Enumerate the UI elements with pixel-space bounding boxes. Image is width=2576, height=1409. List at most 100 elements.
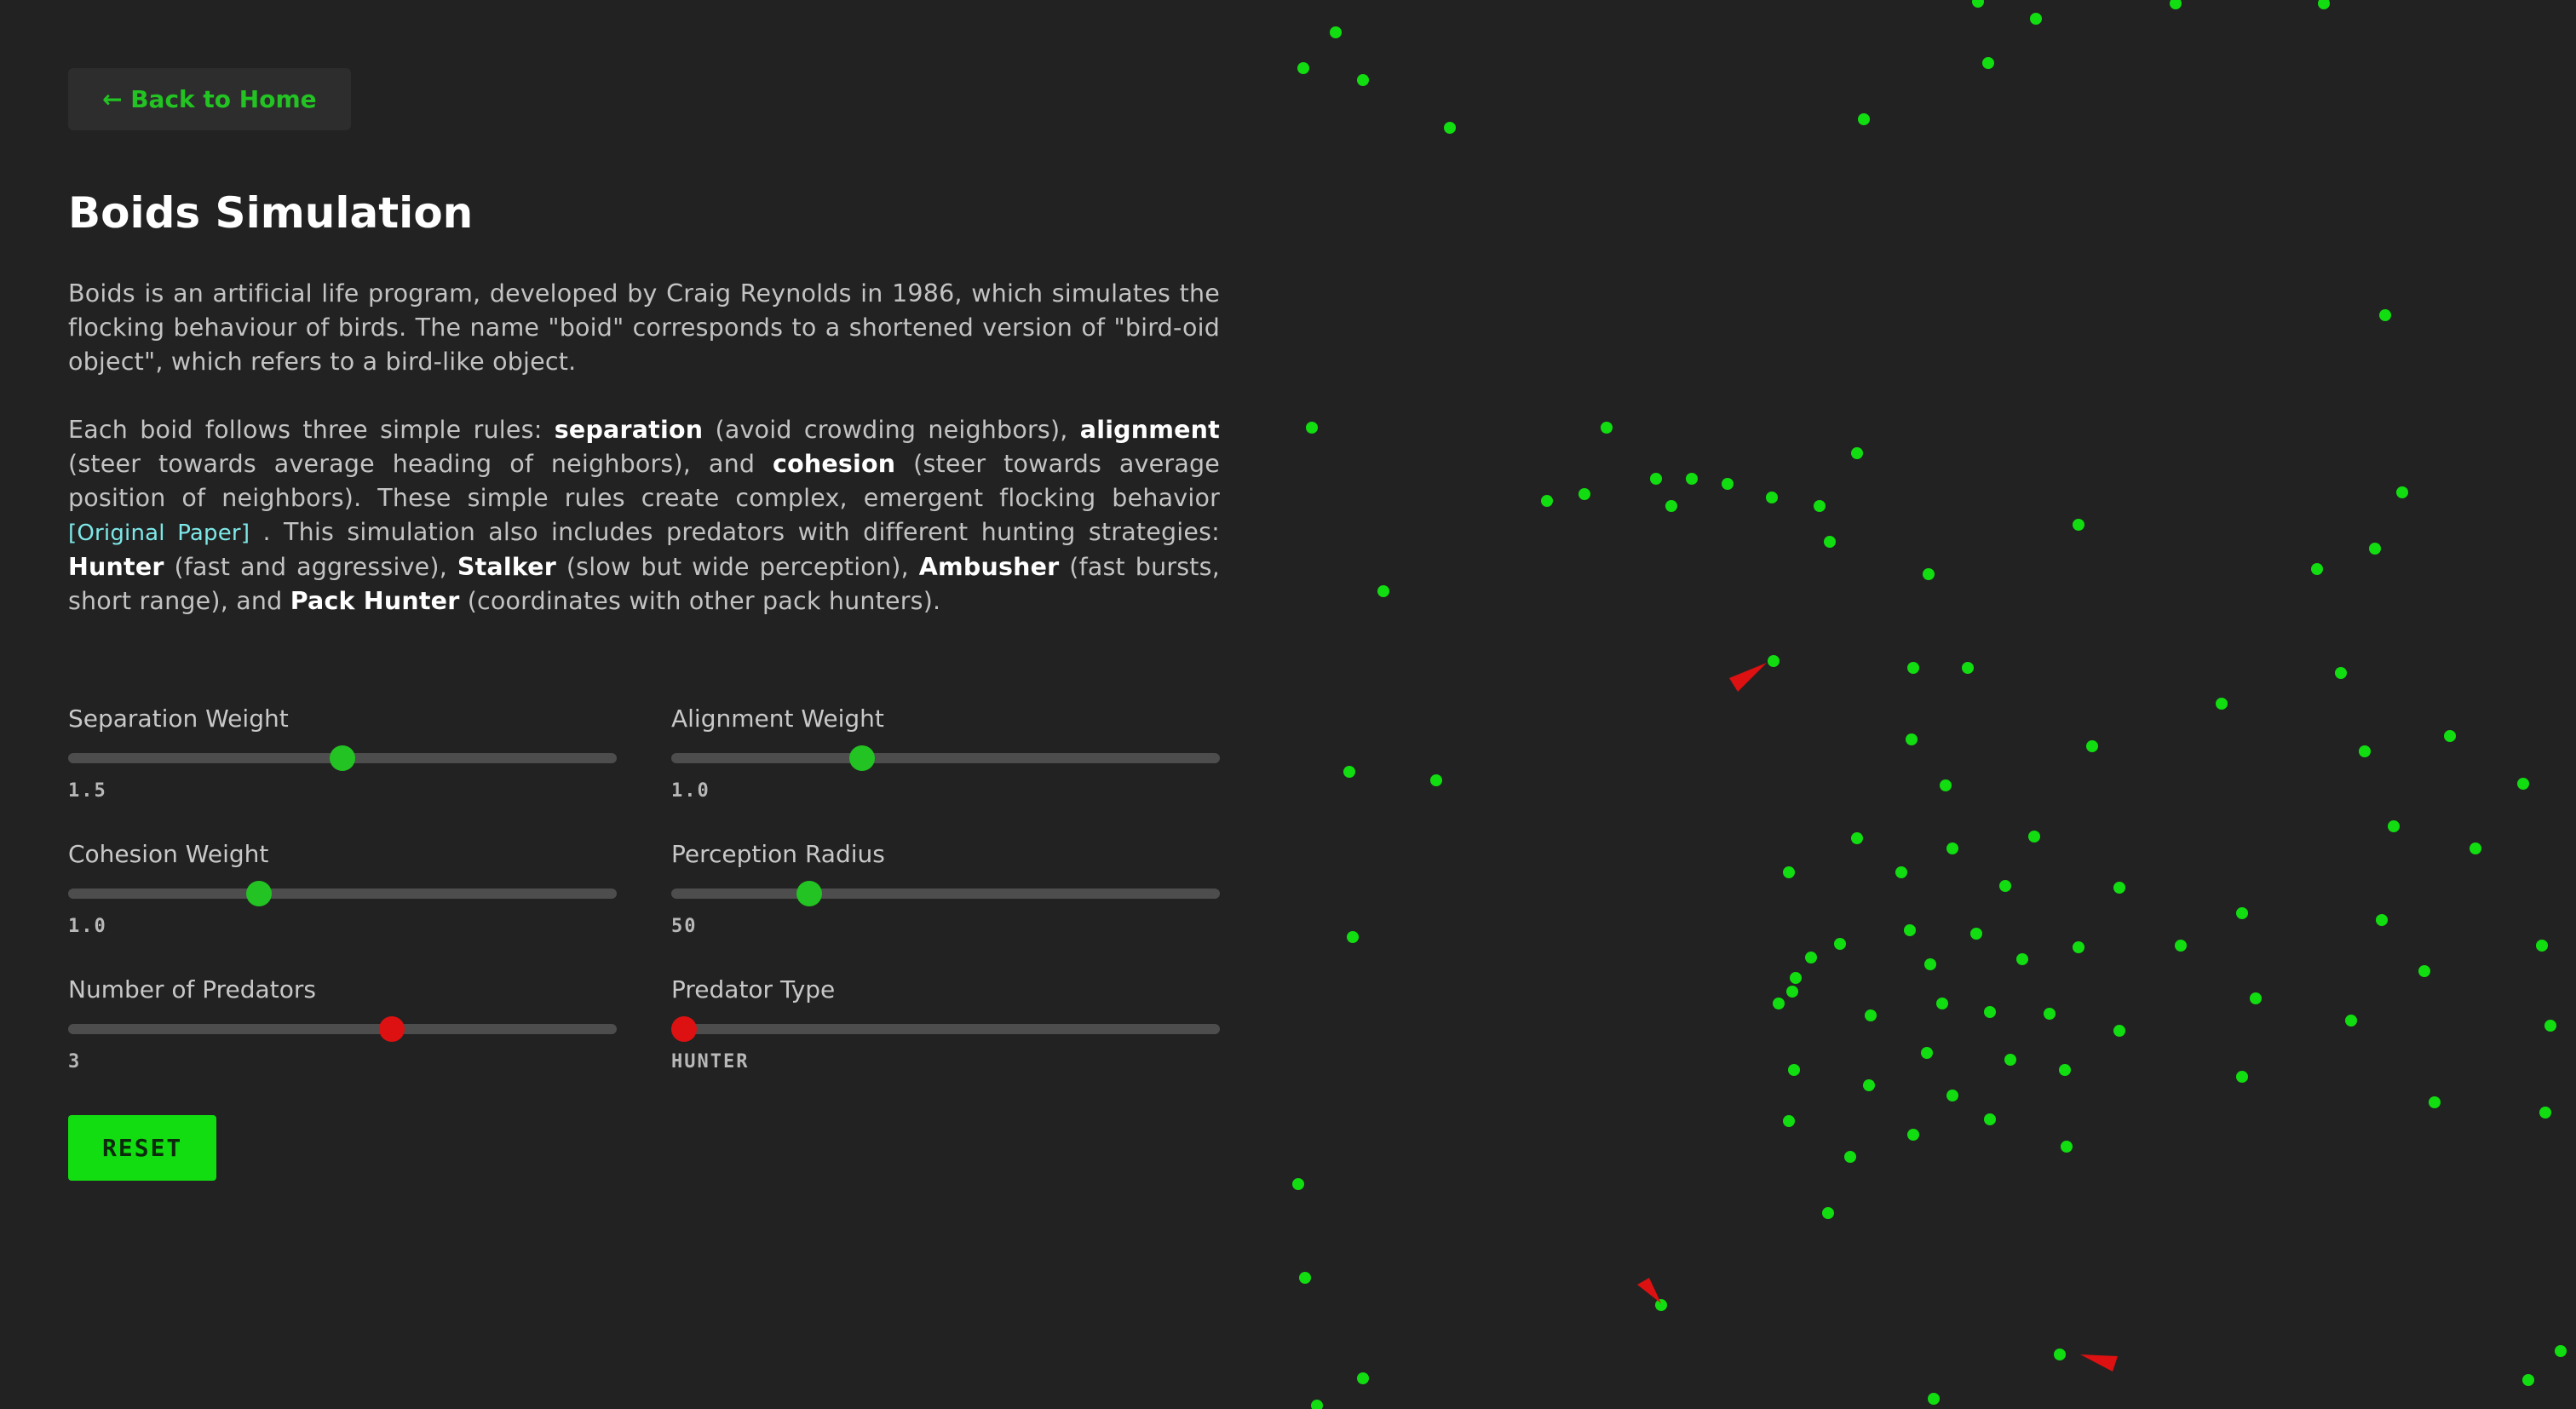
alignment-slider[interactable] bbox=[671, 739, 1220, 774]
boid bbox=[2061, 1141, 2073, 1153]
boid bbox=[2396, 486, 2408, 498]
boid bbox=[1946, 1090, 1958, 1101]
boid bbox=[1984, 1006, 1996, 1018]
boid bbox=[2073, 519, 2084, 531]
boid bbox=[2236, 907, 2248, 919]
boid bbox=[2544, 1020, 2556, 1032]
slider-thumb[interactable] bbox=[796, 881, 823, 906]
alignment-label: Alignment Weight bbox=[671, 704, 884, 733]
boid bbox=[1722, 478, 1734, 490]
predators-slider[interactable] bbox=[68, 1010, 617, 1044]
alignment-control: Alignment Weight 1.0 bbox=[671, 704, 1220, 802]
boid bbox=[1655, 1299, 1667, 1311]
slider-thumb[interactable] bbox=[330, 745, 355, 771]
boid bbox=[1790, 972, 1802, 984]
boid bbox=[2470, 843, 2481, 854]
boid bbox=[2517, 778, 2529, 790]
boid bbox=[1430, 774, 1442, 786]
boid bbox=[1928, 1393, 1940, 1405]
cohesion-slider[interactable] bbox=[68, 875, 617, 909]
slider-track[interactable] bbox=[671, 889, 1220, 899]
boid bbox=[2028, 831, 2040, 843]
boid bbox=[1851, 447, 1863, 459]
boid bbox=[1970, 928, 1982, 940]
boid bbox=[1357, 1372, 1369, 1384]
boid bbox=[1686, 473, 1698, 485]
slider-track[interactable] bbox=[68, 1024, 617, 1034]
separation-slider[interactable] bbox=[68, 739, 617, 774]
cohesion-value: 1.0 bbox=[68, 916, 107, 937]
slider-thumb[interactable] bbox=[848, 745, 875, 771]
boid bbox=[2311, 563, 2323, 575]
term-cohesion: cohesion bbox=[773, 450, 896, 478]
predator-type-slider[interactable] bbox=[671, 1010, 1220, 1044]
separation-control: Separation Weight 1.5 bbox=[68, 704, 617, 802]
rules-text: (coordinates with other pack hunters). bbox=[459, 587, 941, 615]
term-alignment: alignment bbox=[1079, 416, 1220, 444]
term-ambusher: Ambusher bbox=[918, 553, 1060, 581]
page-title: Boids Simulation bbox=[68, 188, 474, 238]
boid bbox=[1946, 843, 1958, 854]
back-to-home-button[interactable]: ← Back to Home bbox=[68, 68, 351, 130]
boid bbox=[1292, 1178, 1304, 1190]
boid bbox=[1865, 1009, 1877, 1021]
boid bbox=[1377, 585, 1389, 597]
boid bbox=[2044, 1008, 2056, 1020]
boid bbox=[1895, 866, 1907, 878]
slider-thumb[interactable] bbox=[245, 881, 272, 906]
boid bbox=[2175, 940, 2187, 952]
boid bbox=[1824, 536, 1836, 548]
predator bbox=[1637, 1278, 1661, 1303]
boid bbox=[2388, 820, 2400, 832]
boid bbox=[1984, 1113, 1996, 1125]
boid bbox=[2016, 953, 2028, 965]
boid bbox=[1783, 866, 1795, 878]
boid bbox=[2335, 667, 2347, 679]
boid bbox=[2369, 543, 2381, 555]
boid bbox=[2318, 0, 2330, 9]
rules-text: . This simulation also includes predator… bbox=[250, 518, 1220, 546]
boid bbox=[1357, 74, 1369, 86]
separation-label: Separation Weight bbox=[68, 704, 289, 733]
boid bbox=[1982, 57, 1994, 69]
boid bbox=[2113, 1025, 2125, 1037]
predator bbox=[1729, 663, 1767, 692]
alignment-value: 1.0 bbox=[671, 780, 710, 802]
perception-slider[interactable] bbox=[671, 875, 1220, 909]
rules-text: (fast and aggressive), bbox=[164, 553, 457, 581]
boid bbox=[1814, 500, 1826, 512]
term-pack-hunter: Pack Hunter bbox=[290, 587, 460, 615]
reset-button[interactable]: RESET bbox=[68, 1115, 217, 1181]
boid bbox=[2539, 1107, 2551, 1119]
slider-thumb[interactable] bbox=[671, 1016, 697, 1042]
boid bbox=[2379, 309, 2391, 321]
boid bbox=[1851, 832, 1863, 844]
boid bbox=[1904, 924, 1916, 936]
boid bbox=[2004, 1054, 2016, 1066]
slider-track[interactable] bbox=[671, 1024, 1220, 1034]
simulation-canvas bbox=[1292, 0, 2567, 1409]
slider-track[interactable] bbox=[68, 889, 617, 899]
boid bbox=[2250, 992, 2262, 1004]
boid bbox=[1788, 1064, 1800, 1076]
original-paper-link[interactable]: [Original Paper] bbox=[68, 520, 250, 546]
boid bbox=[1972, 0, 1984, 8]
predator-type-control: Predator Type HUNTER bbox=[671, 975, 1220, 1073]
boid bbox=[1541, 495, 1553, 507]
rules-text: (slow but wide perception), bbox=[555, 553, 919, 581]
boid bbox=[2376, 914, 2388, 926]
slider-track[interactable] bbox=[671, 753, 1220, 763]
controls-grid: Separation Weight 1.5 Alignment Weight 1… bbox=[68, 704, 1220, 1073]
boid bbox=[2054, 1349, 2066, 1360]
rules-text: Each boid follows three simple rules: bbox=[68, 416, 555, 444]
perception-control: Perception Radius 50 bbox=[671, 839, 1220, 937]
boid bbox=[1805, 952, 1817, 963]
boid bbox=[1768, 655, 1780, 667]
boid bbox=[2236, 1071, 2248, 1083]
boid bbox=[2059, 1064, 2071, 1076]
boid bbox=[2444, 730, 2456, 742]
predators-control: Number of Predators 3 bbox=[68, 975, 617, 1073]
rules-paragraph: Each boid follows three simple rules: se… bbox=[68, 413, 1220, 618]
cohesion-control: Cohesion Weight 1.0 bbox=[68, 839, 617, 937]
slider-thumb[interactable] bbox=[379, 1016, 405, 1042]
